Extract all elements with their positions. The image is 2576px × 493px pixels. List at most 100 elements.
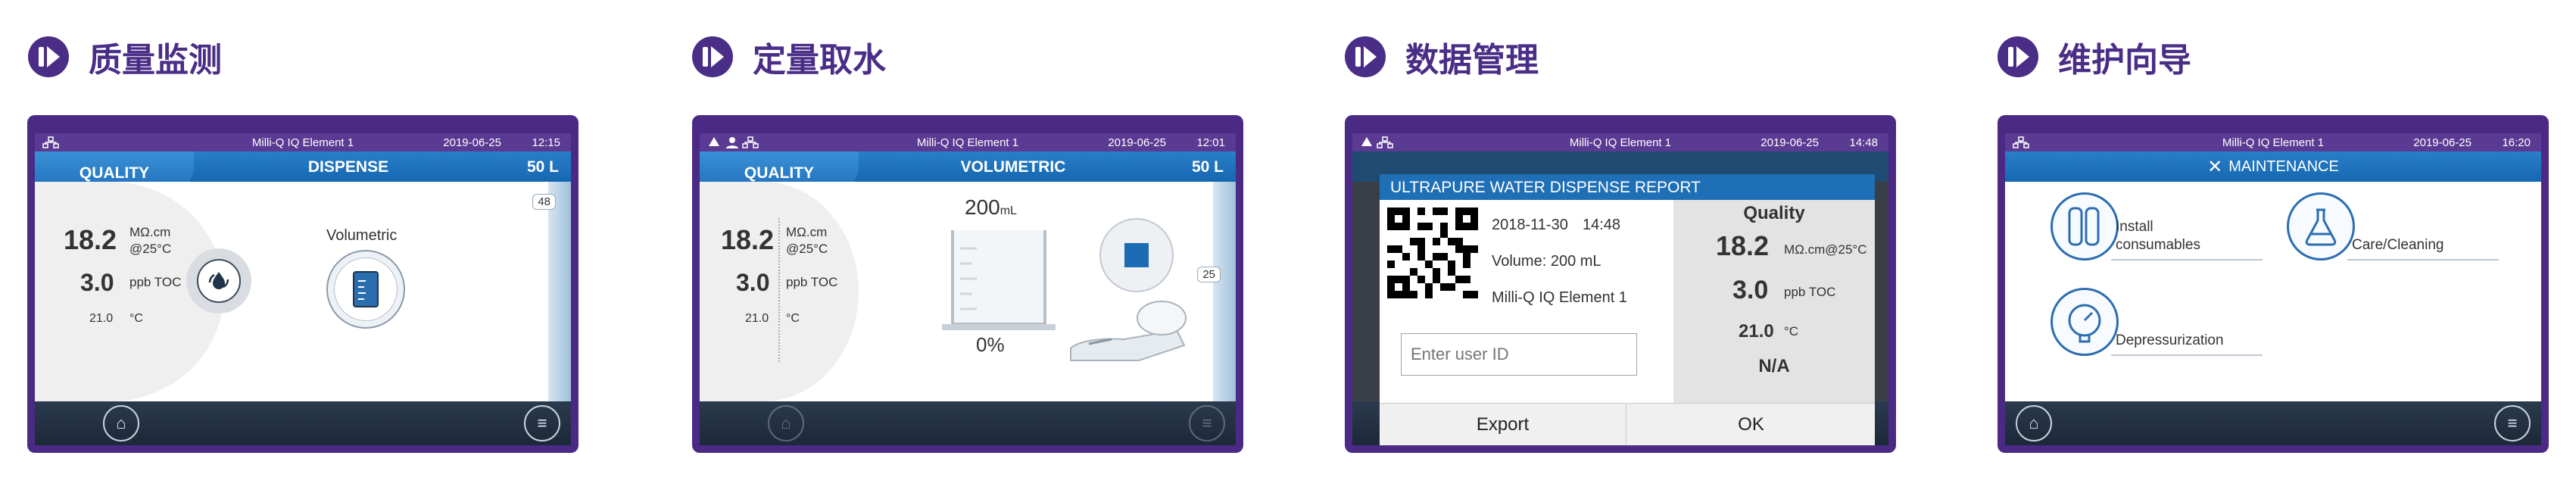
- home-icon: ⌂: [2029, 413, 2039, 432]
- screen: Milli-Q IQ Element 1 2019-06-25 14:48 UL…: [1352, 133, 1888, 445]
- header-bar: QUALITY DISPENSE 50 L: [35, 151, 571, 192]
- report-time: 14:48: [1583, 217, 1621, 233]
- home-button[interactable]: ⌂: [103, 405, 139, 442]
- volumetric-button[interactable]: [326, 250, 405, 329]
- qr-code-icon: [1387, 207, 1478, 298]
- level-scale[interactable]: [548, 182, 571, 401]
- main-content: 18.2 MΩ.cm @25°C 3.0 ppb TOC 21.0 °C Vol…: [35, 182, 571, 401]
- tab-quality-label: QUALITY: [744, 164, 815, 182]
- temperature-unit: °C: [129, 312, 143, 325]
- section-title-text: 定量取水: [753, 41, 886, 80]
- status-time: 16:20: [2502, 136, 2531, 149]
- play-icon: [1997, 36, 2038, 77]
- bottom-bar: ⌂ ≡: [2005, 401, 2541, 445]
- status-bar: Milli-Q IQ Element 1 2019-06-25 16:20: [2005, 133, 2541, 151]
- care-label: Care/Cleaning: [2347, 236, 2499, 261]
- ok-button[interactable]: OK: [1627, 404, 1875, 445]
- depressurization-button[interactable]: Depressurization: [2051, 288, 2263, 356]
- ok-button-label: OK: [1738, 414, 1764, 435]
- home-icon: ⌂: [781, 413, 791, 432]
- depressurization-label: Depressurization: [2111, 332, 2263, 356]
- menu-icon: ≡: [537, 413, 547, 432]
- report-dialog: 2018-11-30 14:48 Volume: 200 mL Milli-Q …: [1380, 200, 1875, 403]
- header-bar: ✕ MAINTENANCE: [2005, 151, 2541, 182]
- stop-icon: [1124, 243, 1149, 267]
- section-title-text: 数据管理: [1405, 41, 1539, 80]
- report-device: Milli-Q IQ Element 1: [1492, 289, 1627, 306]
- mode-title: VOLUMETRIC: [960, 158, 1066, 176]
- install-label-line1: Install: [2116, 219, 2153, 235]
- scale-marker: 48: [532, 194, 556, 210]
- target-volume-value: 200: [965, 195, 1000, 219]
- status-date: 2019-06-25: [443, 136, 501, 149]
- report-volume: Volume: 200 mL: [1492, 253, 1601, 270]
- section-title-quality: 质量监测: [28, 30, 222, 83]
- device-data: Milli-Q IQ Element 1 2019-06-25 14:48 UL…: [1345, 115, 1896, 453]
- status-date: 2019-06-25: [2413, 136, 2472, 149]
- status-date: 2019-06-25: [1760, 136, 1819, 149]
- status-time: 12:15: [532, 136, 560, 149]
- resistivity-value: 18.2: [1716, 230, 1770, 261]
- user-id-input[interactable]: [1401, 333, 1637, 376]
- beaker-icon: [942, 230, 1056, 330]
- toc-value: 3.0: [736, 269, 770, 296]
- main-content: Install consumables Care/Cleaning Depress…: [2005, 182, 2541, 401]
- menu-button[interactable]: ≡: [524, 405, 560, 442]
- resistivity-unit: MΩ.cm: [786, 225, 828, 239]
- screen: Milli-Q IQ Element 1 2019-06-25 16:20 ✕ …: [2005, 133, 2541, 445]
- temperature-unit: °C: [1784, 324, 1799, 339]
- resistivity-temp: @25°C: [129, 242, 172, 256]
- play-icon: [1345, 36, 1386, 77]
- resistivity-unit: MΩ.cm@25°C: [1784, 242, 1867, 257]
- quality-heading: Quality: [1743, 203, 1805, 223]
- target-volume: 200mL: [965, 195, 1017, 220]
- section-title-data: 数据管理: [1345, 30, 1539, 83]
- temperature-value: 21.0: [89, 312, 114, 325]
- toc-value: 3.0: [1732, 276, 1769, 304]
- export-button-label: Export: [1476, 414, 1530, 435]
- menu-icon: ≡: [2507, 413, 2518, 432]
- install-label: Install consumables: [2111, 218, 2263, 261]
- resistivity-unit: MΩ.cm: [129, 225, 171, 239]
- quality-summary: Quality 18.2 MΩ.cm@25°C 3.0 ppb TOC 21.0…: [1673, 200, 1875, 403]
- level-scale[interactable]: [1213, 182, 1236, 401]
- dispense-button[interactable]: [186, 248, 251, 314]
- section-title-volumetric: 定量取水: [692, 30, 886, 83]
- toc-unit: ppb TOC: [1784, 285, 1836, 299]
- care-cleaning-button[interactable]: Care/Cleaning: [2287, 192, 2499, 261]
- toc-unit: ppb TOC: [786, 275, 838, 289]
- device-volumetric: Milli-Q IQ Element 1 2019-06-25 12:01 QU…: [692, 115, 1243, 453]
- toc-unit: ppb TOC: [129, 275, 182, 289]
- tools-icon: ✕: [2207, 156, 2223, 177]
- progress-label: 0%: [976, 333, 1005, 356]
- install-label-line2: consumables: [2116, 237, 2200, 253]
- menu-button[interactable]: ≡: [2494, 405, 2531, 442]
- status-time: 12:01: [1196, 136, 1225, 149]
- mode-title: DISPENSE: [307, 158, 389, 176]
- status-time: 14:48: [1849, 136, 1878, 149]
- na-label: N/A: [1758, 356, 1790, 376]
- status-bar: Milli-Q IQ Element 1 2019-06-25 12:15: [35, 133, 571, 151]
- dispenser-icon: [1070, 301, 1187, 361]
- install-consumables-button[interactable]: Install consumables: [2051, 192, 2263, 261]
- stop-button[interactable]: [1099, 218, 1174, 292]
- target-volume-unit: mL: [1000, 204, 1017, 217]
- menu-button[interactable]: ≡: [1189, 405, 1225, 442]
- header-bar: QUALITY VOLUMETRIC 50 L: [700, 151, 1236, 192]
- resistivity-temp: @25°C: [786, 242, 828, 256]
- bottom-bar: ⌂ ≡: [700, 401, 1236, 445]
- menu-icon: ≡: [1202, 413, 1212, 432]
- export-button[interactable]: Export: [1380, 404, 1626, 445]
- scale-marker: 25: [1197, 267, 1221, 282]
- dispense-icon: [208, 272, 229, 289]
- play-icon: [28, 36, 69, 77]
- pressure-gauge-icon: [2051, 288, 2119, 356]
- home-button[interactable]: ⌂: [2016, 405, 2052, 442]
- home-button[interactable]: ⌂: [768, 405, 804, 442]
- section-title-text: 质量监测: [89, 41, 222, 80]
- volumetric-icon: [353, 271, 379, 307]
- temperature-value: 21.0: [1739, 321, 1774, 342]
- maintenance-title: MAINTENANCE: [2228, 158, 2339, 175]
- home-icon: ⌂: [116, 413, 126, 432]
- temperature-value: 21.0: [745, 312, 769, 325]
